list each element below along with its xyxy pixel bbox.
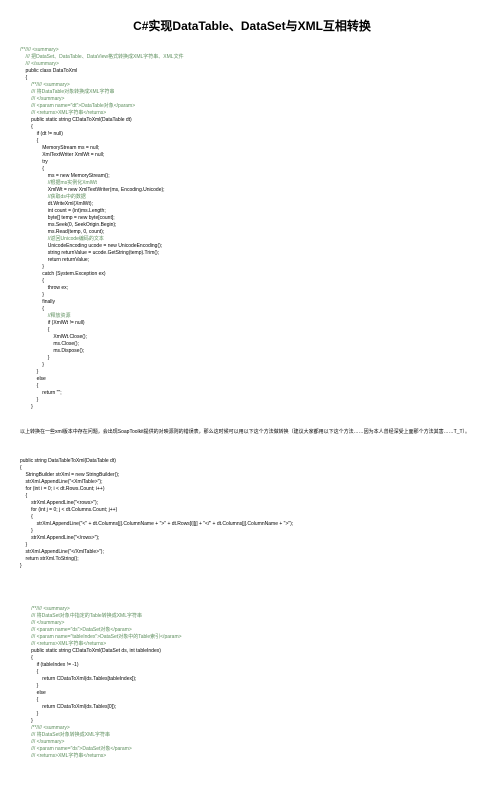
code-line: { xyxy=(20,669,484,676)
code-line: //获取ds中的数据 xyxy=(20,194,484,201)
code-line: /**//// <summary> xyxy=(20,82,484,89)
code-line: if (XmlWt != null) xyxy=(20,320,484,327)
code-line: } xyxy=(20,397,484,404)
code-line: { xyxy=(20,383,484,390)
code-block-method3-body: if (tableIndex != -1) { return CDataToXm… xyxy=(20,662,484,725)
code-line: dt.WriteXml(XmlWt); xyxy=(20,201,484,208)
code-line: } xyxy=(20,292,484,299)
code-line: /// <returns>XML字符串</returns> xyxy=(20,753,484,760)
code-line: { xyxy=(20,514,484,521)
code-line: MemoryStream ms = null; xyxy=(20,145,484,152)
code-line: UnicodeEncoding ucode = new UnicodeEncod… xyxy=(20,243,484,250)
code-line: /// <param name="tableIndex">DataSet对象中的… xyxy=(20,634,484,641)
code-line: XmlWt.Close(); xyxy=(20,334,484,341)
code-line: { xyxy=(20,493,484,500)
code-line: ms.Dispose(); xyxy=(20,348,484,355)
code-block-top-comment: /**//// <summary> /// 把DataSet、DataTable… xyxy=(20,47,484,82)
code-line: { xyxy=(20,138,484,145)
code-line: strXml.AppendLine("<rows>"); xyxy=(20,500,484,507)
code-line: /// 将DataSet对象转换成XML字符串 xyxy=(20,732,484,739)
code-line: { xyxy=(20,278,484,285)
code-line: } xyxy=(20,718,484,725)
code-line: { xyxy=(20,166,484,173)
code-line: { xyxy=(20,465,484,472)
code-line: strXml.AppendLine("</XmlTable>"); xyxy=(20,549,484,556)
code-line: } xyxy=(20,369,484,376)
explanation-paragraph: 以上转换在一些xml版本中存在问题，会出现SoapToolkit提供的对映源则的… xyxy=(20,429,484,436)
code-line: public class DataToXml xyxy=(20,68,484,75)
code-line: } xyxy=(20,563,484,570)
code-line: } xyxy=(20,711,484,718)
code-line: } xyxy=(20,362,484,369)
code-line: public static string CDataToXml(DataSet … xyxy=(20,648,484,655)
code-line: /**//// <summary> xyxy=(20,47,484,54)
code-line: for (int i = 0; i < dt.Rows.Count; i++) xyxy=(20,486,484,493)
code-block-method1-body: if (dt != null) { MemoryStream ms = null… xyxy=(20,131,484,411)
code-line: /// 把DataSet、DataTable、DataView格式转换成XML字… xyxy=(20,54,484,61)
code-line: ms.Read(temp, 0, count); xyxy=(20,229,484,236)
code-block-method3-comment: /**//// <summary> /// 将DataSet对象中指定的Tabl… xyxy=(20,606,484,662)
code-line: XmlWt = new XmlTextWriter(ms, Encoding.U… xyxy=(20,187,484,194)
code-line: /**//// <summary> xyxy=(20,725,484,732)
code-line: strXml.AppendLine("<" + dt.Columns[j].Co… xyxy=(20,521,484,528)
code-line: int count = (int)ms.Length; xyxy=(20,208,484,215)
code-line: string returnValue = ucode.GetString(tem… xyxy=(20,250,484,257)
code-line: return ""; xyxy=(20,390,484,397)
code-line: { xyxy=(20,75,484,82)
code-line: return strXml.ToString(); xyxy=(20,556,484,563)
code-line: } xyxy=(20,542,484,549)
code-line: /// <returns>XML字符串</returns> xyxy=(20,641,484,648)
code-line: } xyxy=(20,683,484,690)
code-line: strXml.AppendLine("<XmlTable>"); xyxy=(20,479,484,486)
code-line: return returnValue; xyxy=(20,257,484,264)
code-line: catch (System.Exception ex) xyxy=(20,271,484,278)
code-line: ms.Close(); xyxy=(20,341,484,348)
code-line: return CDataToXml(ds.Tables[tableIndex])… xyxy=(20,676,484,683)
method2-signature: public string DataTableToXml(DataTable d… xyxy=(20,458,484,465)
code-line: } xyxy=(20,528,484,535)
code-line: public static string CDataToXml(DataTabl… xyxy=(20,117,484,124)
code-line: /// <param name="ds">DataSet对象</param> xyxy=(20,746,484,753)
code-line: try xyxy=(20,159,484,166)
page-title: C#实现DataTable、DataSet与XML互相转换 xyxy=(20,18,484,35)
code-line: if (dt != null) xyxy=(20,131,484,138)
code-line: //返回Unicode编码的文本 xyxy=(20,236,484,243)
code-line: { xyxy=(20,655,484,662)
code-line: { xyxy=(20,124,484,131)
code-line: /**//// <summary> xyxy=(20,606,484,613)
code-line: return CDataToXml(ds.Tables[0]); xyxy=(20,704,484,711)
code-line: } xyxy=(20,264,484,271)
code-line: ms = new MemoryStream(); xyxy=(20,173,484,180)
code-line: StringBuilder strXml = new StringBuilder… xyxy=(20,472,484,479)
code-line: /// </summary> xyxy=(20,96,484,103)
code-line: else xyxy=(20,690,484,697)
code-line: /// </summary> xyxy=(20,620,484,627)
code-line: /// <param name="ds">DataSet对象</param> xyxy=(20,627,484,634)
code-block-method2-body: { StringBuilder strXml = new StringBuild… xyxy=(20,465,484,570)
code-line: { xyxy=(20,697,484,704)
code-line: ms.Seek(0, SeekOrigin.Begin); xyxy=(20,222,484,229)
code-line: XmlTextWriter XmlWt = null; xyxy=(20,152,484,159)
code-line: strXml.AppendLine("</rows>"); xyxy=(20,535,484,542)
code-line: /// </summary> xyxy=(20,739,484,746)
code-line: /// </summary> xyxy=(20,61,484,68)
code-line: { xyxy=(20,327,484,334)
code-block-method4-comment: /**//// <summary> /// 将DataSet对象转换成XML字符… xyxy=(20,725,484,760)
code-line: for (int j = 0; j < dt.Columns.Count; j+… xyxy=(20,507,484,514)
code-line: /// 将DataTable对象转换成XML字符串 xyxy=(20,89,484,96)
code-block-method1-comment: /**//// <summary> /// 将DataTable对象转换成XML… xyxy=(20,82,484,131)
code-line: else xyxy=(20,376,484,383)
code-line: byte[] temp = new byte[count]; xyxy=(20,215,484,222)
code-line: //根据ms实例化XmlWt xyxy=(20,180,484,187)
code-line: } xyxy=(20,355,484,362)
code-line: } xyxy=(20,404,484,411)
code-line: /// <returns>XML字符串</returns> xyxy=(20,110,484,117)
code-line: finally xyxy=(20,299,484,306)
code-line: /// 将DataSet对象中指定的Table转换成XML字符串 xyxy=(20,613,484,620)
code-line: /// <param name="dt">DataTable对象</param> xyxy=(20,103,484,110)
code-line: //释放资源 xyxy=(20,313,484,320)
code-line: { xyxy=(20,306,484,313)
code-line: throw ex; xyxy=(20,285,484,292)
code-line: if (tableIndex != -1) xyxy=(20,662,484,669)
